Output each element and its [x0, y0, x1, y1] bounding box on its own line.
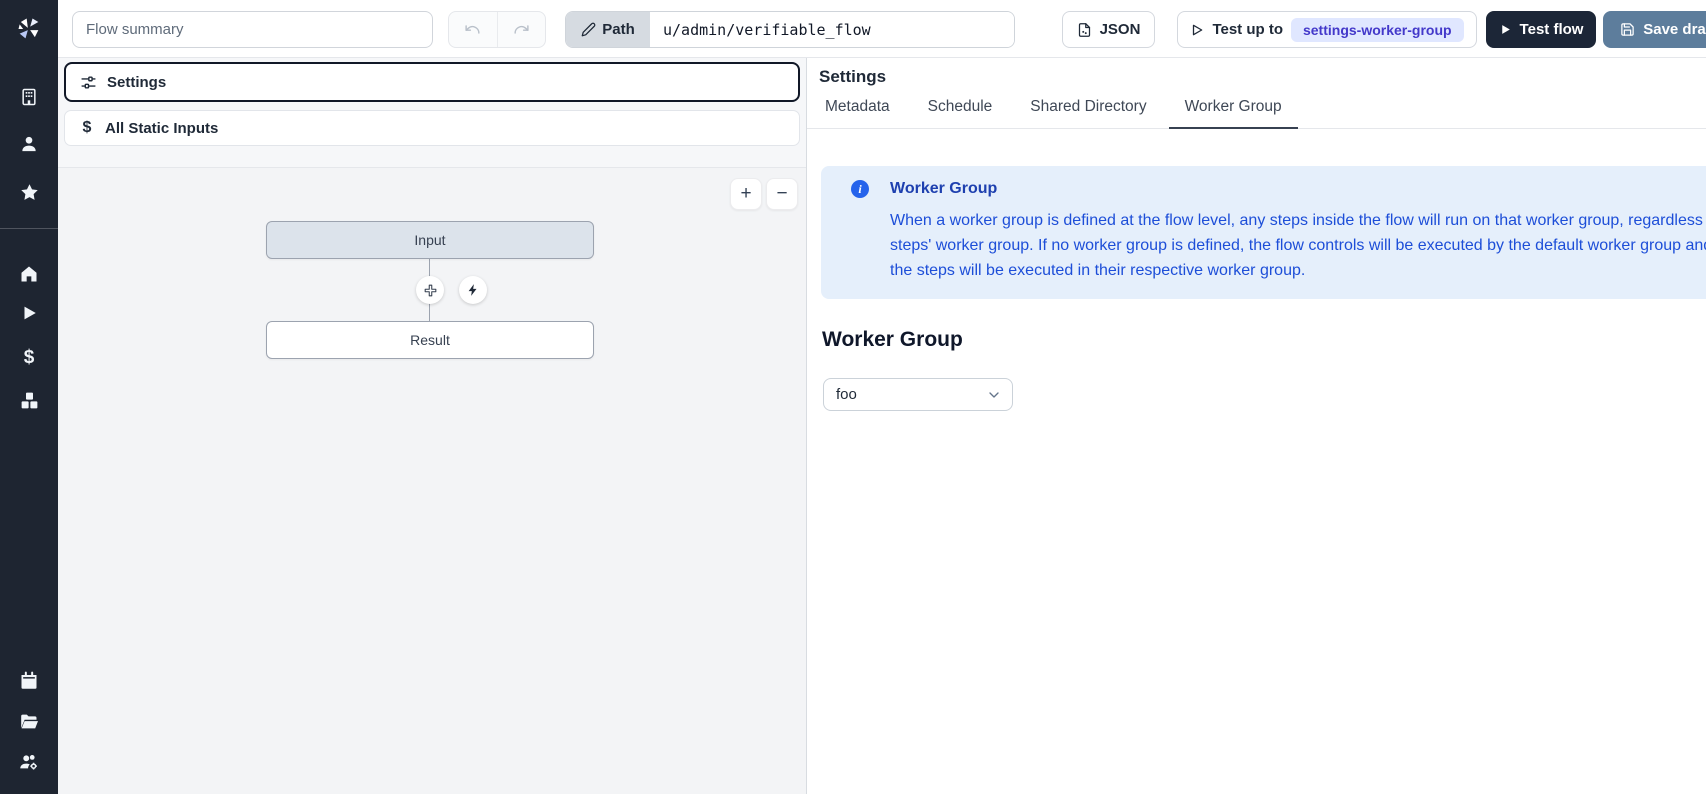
- tab-shared-directory[interactable]: Shared Directory: [1014, 94, 1162, 128]
- redo-icon: [513, 21, 530, 38]
- sidebar-item-favorites[interactable]: [0, 180, 58, 204]
- test-up-to-label: Test up to: [1212, 21, 1283, 38]
- sidebar-item-user[interactable]: [0, 132, 58, 156]
- bolt-icon: [466, 283, 480, 297]
- chevron-down-icon: [986, 387, 1002, 403]
- json-button[interactable]: JSON: [1062, 11, 1155, 48]
- flow-summary-value: Flow summary: [86, 21, 184, 38]
- save-draft-label: Save draft: [1643, 21, 1706, 38]
- play-outline-icon: [1190, 23, 1204, 37]
- worker-group-info-box: i Worker Group When a worker group is de…: [821, 166, 1706, 299]
- tab-shared-directory-label: Shared Directory: [1030, 98, 1146, 115]
- info-line: steps' worker group. If no worker group …: [890, 233, 1706, 258]
- info-title-row: i Worker Group: [851, 180, 1706, 198]
- building-icon: [19, 87, 39, 107]
- windmill-logo[interactable]: [0, 0, 58, 58]
- worker-group-select-value: foo: [836, 386, 857, 403]
- flow-editor-panel: Settings $ All Static Inputs + − Input: [58, 58, 806, 794]
- tab-worker-group-label: Worker Group: [1185, 98, 1282, 115]
- file-json-icon: [1077, 22, 1092, 38]
- tab-schedule-label: Schedule: [928, 98, 993, 115]
- user-icon: [19, 134, 39, 154]
- sidebar-divider: [0, 228, 58, 229]
- test-up-to-target-badge: settings-worker-group: [1291, 18, 1464, 42]
- path-value-input[interactable]: u/admin/verifiable_flow: [650, 12, 1014, 47]
- trigger-button[interactable]: [459, 276, 487, 304]
- zoom-in-label: +: [740, 183, 751, 205]
- json-button-label: JSON: [1100, 21, 1141, 38]
- path-label: Path: [602, 21, 635, 38]
- boxes-icon: [19, 390, 40, 411]
- settings-panel: Settings Metadata Schedule Shared Direct…: [806, 58, 1706, 794]
- test-flow-label: Test flow: [1520, 21, 1584, 38]
- test-up-to-button[interactable]: Test up to settings-worker-group: [1177, 11, 1477, 48]
- sidebar-item-groups[interactable]: [0, 750, 58, 774]
- star-icon: [19, 182, 40, 203]
- result-node-label: Result: [410, 332, 450, 348]
- undo-redo-group: [448, 11, 546, 48]
- save-draft-button[interactable]: Save draft: [1603, 11, 1706, 48]
- sidebar-item-schedules[interactable]: [0, 668, 58, 692]
- worker-group-section-title: Worker Group: [822, 328, 1706, 352]
- tab-schedule[interactable]: Schedule: [912, 94, 1009, 128]
- redo-button[interactable]: [498, 12, 546, 47]
- dollar-icon: $: [79, 119, 95, 137]
- sidebar-item-folders[interactable]: [0, 709, 58, 733]
- path-value: u/admin/verifiable_flow: [663, 21, 871, 39]
- play-icon: [20, 304, 38, 322]
- test-flow-button[interactable]: Test flow: [1486, 11, 1596, 48]
- result-node[interactable]: Result: [266, 321, 594, 359]
- sidebar-item-resources[interactable]: [0, 388, 58, 412]
- pencil-icon: [581, 22, 596, 37]
- home-icon: [19, 264, 39, 284]
- app-sidebar: $: [0, 0, 58, 794]
- flow-header: Settings $ All Static Inputs: [58, 58, 806, 168]
- top-toolbar: Flow summary Path u/admin/: [0, 0, 1706, 58]
- path-edit-button[interactable]: Path: [566, 12, 650, 47]
- settings-tabs: Metadata Schedule Shared Directory Worke…: [807, 94, 1706, 129]
- add-step-button[interactable]: [416, 276, 444, 304]
- flow-graph-canvas[interactable]: + − Input Result: [58, 168, 806, 794]
- sidebar-item-home[interactable]: [0, 262, 58, 286]
- save-icon: [1620, 22, 1635, 37]
- flow-summary-input[interactable]: Flow summary: [72, 11, 433, 48]
- info-box-title: Worker Group: [890, 180, 997, 198]
- all-static-inputs-button[interactable]: $ All Static Inputs: [64, 110, 800, 146]
- plus-icon: [423, 283, 438, 298]
- info-icon: i: [851, 180, 869, 198]
- sidebar-item-variables[interactable]: $: [0, 345, 58, 369]
- zoom-in-button[interactable]: +: [730, 178, 762, 210]
- path-group: Path u/admin/verifiable_flow: [565, 11, 1015, 48]
- input-node-label: Input: [414, 232, 445, 248]
- undo-button[interactable]: [449, 12, 498, 47]
- windmill-logo-icon: [15, 15, 43, 43]
- flow-settings-label: Settings: [107, 74, 166, 91]
- worker-group-select[interactable]: foo: [823, 378, 1013, 411]
- sliders-icon: [80, 74, 97, 91]
- input-node[interactable]: Input: [266, 221, 594, 259]
- sidebar-item-workspace[interactable]: [0, 85, 58, 109]
- info-box-body: When a worker group is defined at the fl…: [890, 208, 1706, 283]
- zoom-out-button[interactable]: −: [766, 178, 798, 210]
- zoom-out-label: −: [776, 183, 787, 205]
- tab-metadata[interactable]: Metadata: [809, 94, 906, 128]
- app: Flow summary Path u/admin/: [0, 0, 1706, 794]
- settings-panel-title: Settings: [819, 67, 1706, 87]
- flow-settings-button[interactable]: Settings: [64, 62, 800, 102]
- users-settings-icon: [18, 751, 40, 773]
- dollar-icon: $: [24, 348, 35, 367]
- tab-metadata-label: Metadata: [825, 98, 890, 115]
- tab-worker-group[interactable]: Worker Group: [1169, 94, 1298, 128]
- info-line: the steps will be executed in their resp…: [890, 258, 1706, 283]
- calendar-icon: [19, 670, 39, 690]
- undo-icon: [464, 21, 481, 38]
- sidebar-item-runs[interactable]: [0, 301, 58, 325]
- folder-open-icon: [19, 711, 40, 732]
- play-filled-icon: [1499, 23, 1512, 36]
- all-static-inputs-label: All Static Inputs: [105, 120, 218, 137]
- info-line: When a worker group is defined at the fl…: [890, 208, 1706, 233]
